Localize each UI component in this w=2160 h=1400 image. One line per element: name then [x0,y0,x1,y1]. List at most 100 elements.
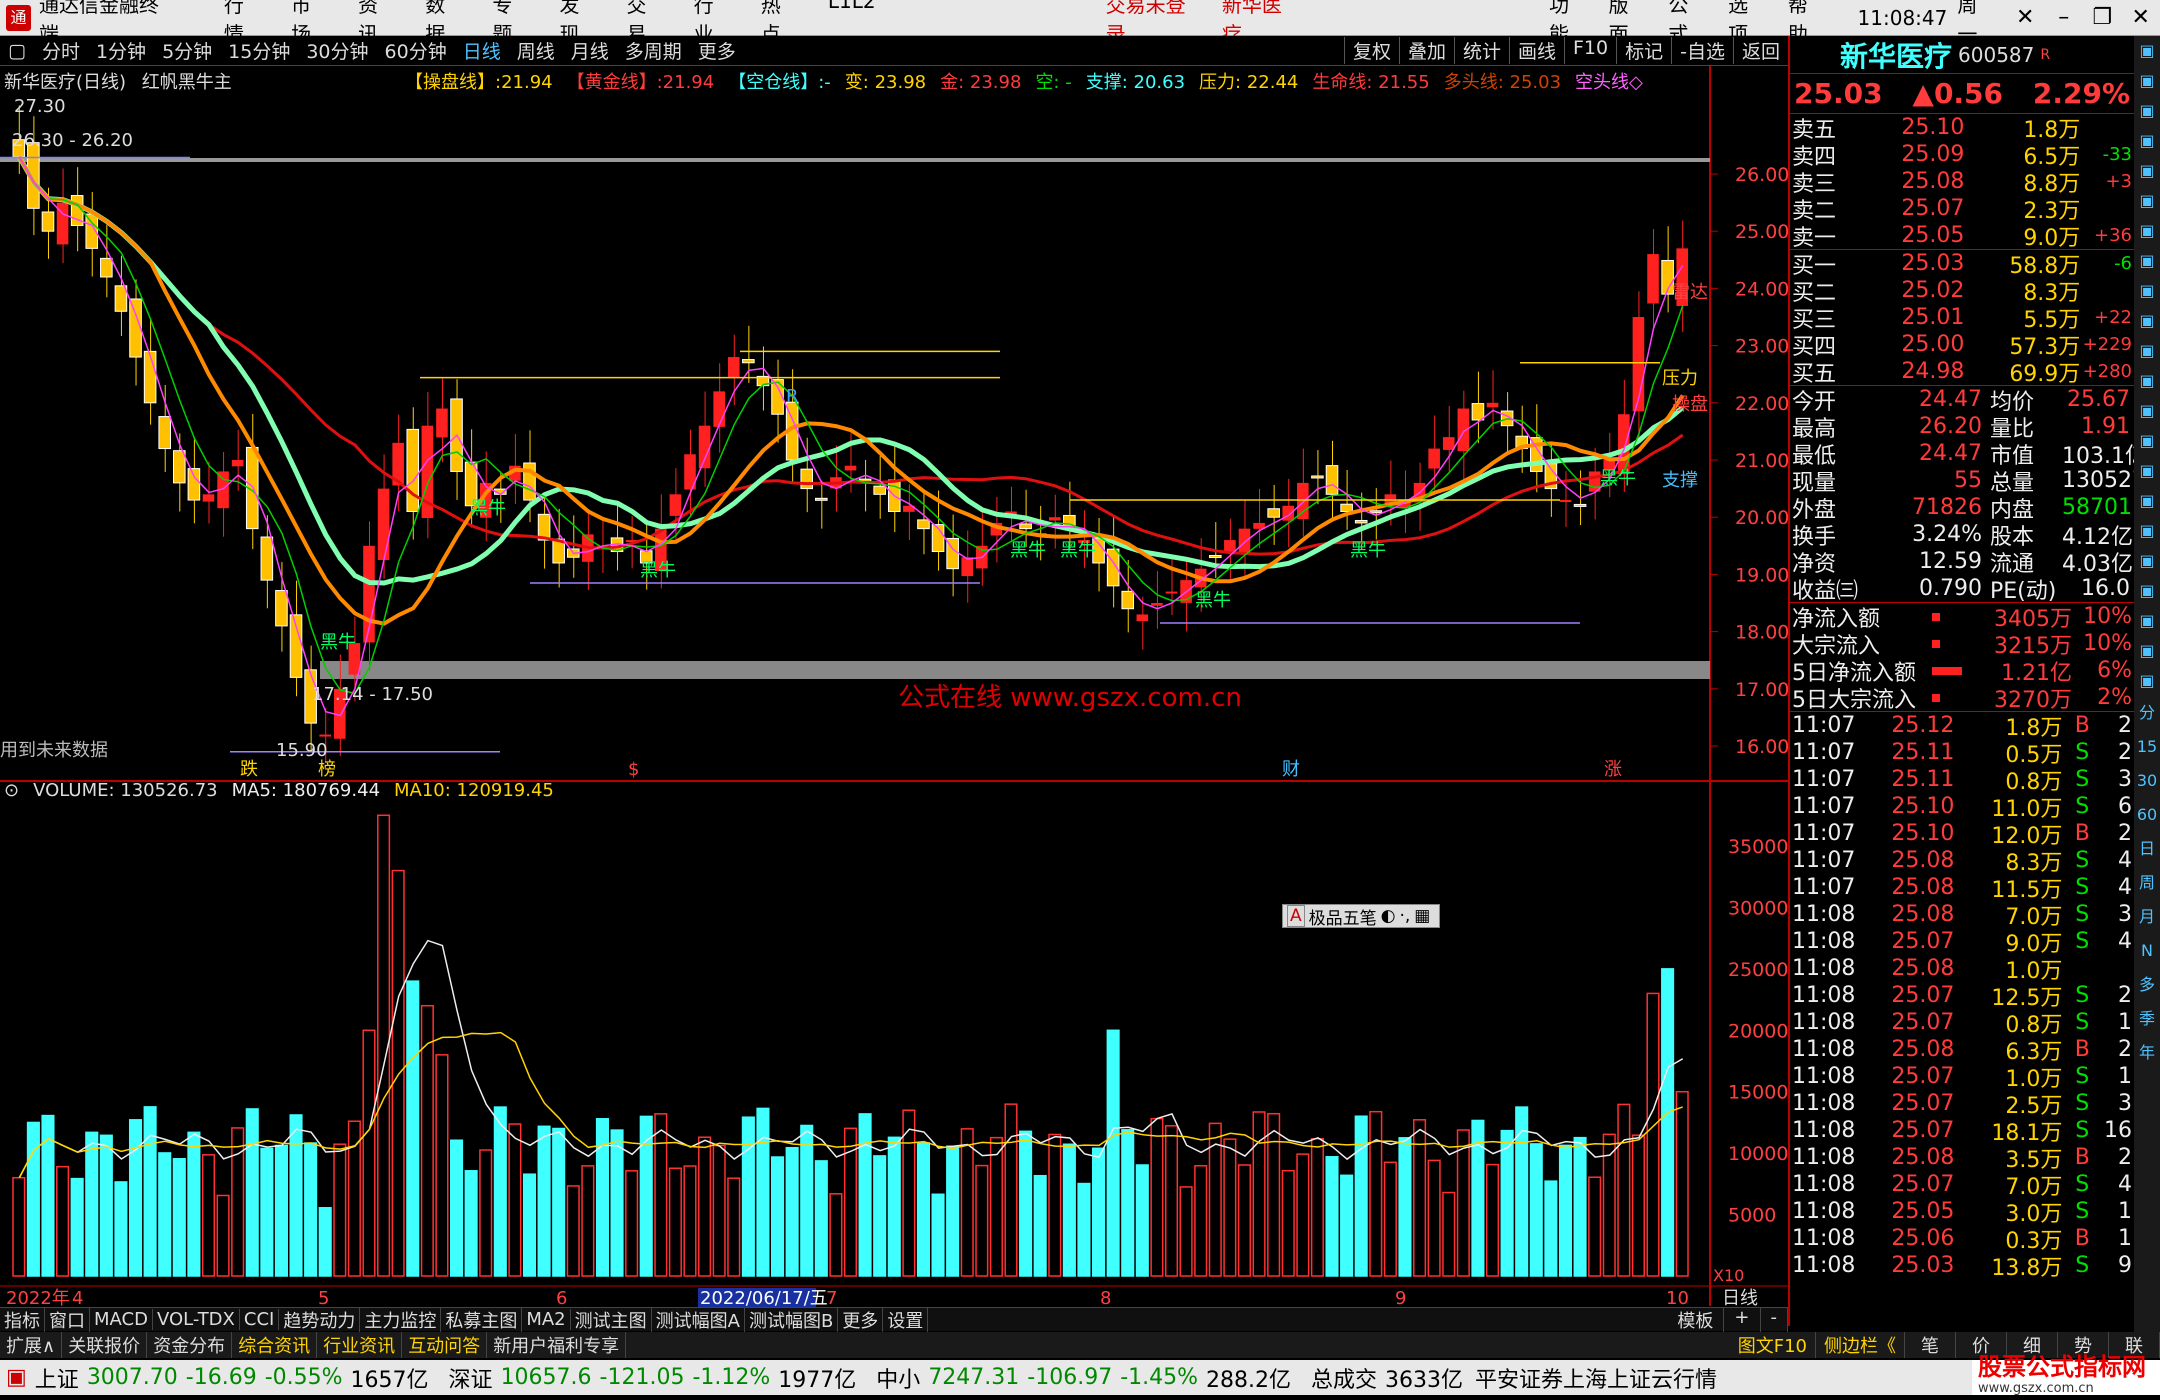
close-window-icon[interactable]: ✕ [2006,5,2045,30]
buy-orders-row[interactable]: 买五24.9869.9万+280 [1792,358,2132,385]
period-tab-3[interactable]: 15分钟 [220,37,298,64]
buy-orders-row[interactable]: 买四25.0057.3万+229 [1792,331,2132,358]
ime-moon-icon[interactable]: ◐ [1381,906,1396,926]
toolbar-button-4[interactable]: F10 [1564,37,1616,64]
period-tab-1[interactable]: 1分钟 [88,37,154,64]
sidebar-tool-icon[interactable]: ▣ [2134,486,2160,516]
sidebar-tool-icon[interactable]: ▣ [2134,96,2160,126]
indicator-tab-2[interactable]: MACD [90,1309,153,1330]
period-tab-10[interactable]: 更多 [690,37,744,64]
sell-orders-row[interactable]: 卖一25.059.0万+36 [1792,222,2132,249]
toolbar-button-7[interactable]: 返回 [1733,37,1788,64]
sidebar-period-5[interactable]: 周 [2134,866,2160,900]
sidebar-period-9[interactable]: 季 [2134,1002,2160,1036]
toolbar-button-6[interactable]: -自选 [1671,37,1733,64]
info-tab-1[interactable]: 关联报价 [62,1332,147,1358]
sidebar-tool-icon[interactable]: ▣ [2134,426,2160,456]
sidebar-period-6[interactable]: 月 [2134,900,2160,934]
template-button-2[interactable]: - [1761,1307,1789,1333]
period-tab-4[interactable]: 30分钟 [298,37,376,64]
buy-orders-row[interactable]: 买二25.028.3万 [1792,277,2132,304]
sidebar-period-3[interactable]: 60 [2134,798,2160,832]
sidebar-period-1[interactable]: 15 [2134,730,2160,764]
sidebar-tool-icon[interactable]: ▣ [2134,306,2160,336]
period-tab-7[interactable]: 周线 [509,37,563,64]
sidebar-tool-icon[interactable]: ▣ [2134,606,2160,636]
period-tab-0[interactable]: 分时 [34,37,88,64]
toolbar-button-0[interactable]: 复权 [1344,37,1399,64]
sell-orders-row[interactable]: 卖二25.072.3万 [1792,195,2132,222]
indicator-tab-4[interactable]: CCI [240,1309,279,1330]
sidebar-period-10[interactable]: 年 [2134,1036,2160,1070]
sell-orders-row[interactable]: 卖五25.101.8万 [1792,114,2132,141]
toolbar-button-1[interactable]: 叠加 [1399,37,1454,64]
info-tab-2[interactable]: 资金分布 [147,1332,232,1358]
kline-chart[interactable]: 26.0025.0024.0023.0022.0021.0020.0019.00… [0,66,1788,1307]
indicator-tab-12[interactable]: 更多 [838,1307,883,1333]
buy-orders-row[interactable]: 买三25.015.5万+22 [1792,304,2132,331]
indicator-tab-10[interactable]: 测试幅图A [652,1307,745,1333]
period-tab-6[interactable]: 日线 [455,37,509,64]
toolbar-button-3[interactable]: 画线 [1509,37,1564,64]
sidebar-tool-icon[interactable]: ▣ [2134,36,2160,66]
indicator-tab-1[interactable]: 窗口 [45,1307,90,1333]
info-tab-6[interactable]: 新用户福利专享 [487,1332,626,1358]
sidebar-period-2[interactable]: 30 [2134,764,2160,798]
sidebar-period-0[interactable]: 分 [2134,696,2160,730]
info-tab-4[interactable]: 行业资讯 [317,1332,402,1358]
sell-orders-row[interactable]: 卖四25.096.5万-33 [1792,141,2132,168]
sidebar-tool-icon[interactable]: ▣ [2134,66,2160,96]
sidebar-tool-icon[interactable]: ▣ [2134,396,2160,426]
period-tab-2[interactable]: 5分钟 [154,37,220,64]
sidebar-tool-icon[interactable]: ▣ [2134,276,2160,306]
indicator-tab-9[interactable]: 测试主图 [571,1307,652,1333]
sidebar-tool-icon[interactable]: ▣ [2134,516,2160,546]
toolbar-button-5[interactable]: 标记 [1616,37,1671,64]
sidebar-tool-icon[interactable]: ▣ [2134,336,2160,366]
toolbar-button-2[interactable]: 统计 [1454,37,1509,64]
indicator-tab-11[interactable]: 测试幅图B [745,1307,838,1333]
indicator-tab-7[interactable]: 私募主图 [441,1307,522,1333]
sidebar-period-8[interactable]: 多 [2134,968,2160,1002]
period-tab-5[interactable]: 60分钟 [377,37,455,64]
indicator-tab-0[interactable]: 指标 [0,1307,45,1333]
restore-icon[interactable]: ❐ [2083,5,2122,30]
sidebar-tool-icon[interactable]: ▣ [2134,546,2160,576]
ime-keyboard-icon[interactable]: ▦ [1414,906,1430,926]
panel-tab-1[interactable]: 侧边栏《 [1816,1332,1905,1358]
sell-orders-row[interactable]: 卖三25.088.8万+3 [1792,168,2132,195]
volume-collapse-icon[interactable]: ⊙ [4,780,19,801]
template-button-0[interactable]: 模板 [1667,1307,1724,1333]
sidebar-tool-icon[interactable]: ▣ [2134,156,2160,186]
indicator-tab-5[interactable]: 趋势动力 [279,1307,360,1333]
sidebar-tool-icon[interactable]: ▣ [2134,456,2160,486]
indicator-tab-13[interactable]: 设置 [883,1307,928,1333]
toolbar-toggle-icon[interactable]: ▢ [0,40,34,62]
indicator-tab-6[interactable]: 主力监控 [360,1307,441,1333]
panel-tab-0[interactable]: 图文F10 [1730,1332,1816,1358]
sidebar-tool-icon[interactable]: ▣ [2134,246,2160,276]
sidebar-tool-icon[interactable]: ▣ [2134,216,2160,246]
sidebar-period-4[interactable]: 日 [2134,832,2160,866]
buy-orders-row[interactable]: 买一25.0358.8万-6 [1792,250,2132,277]
period-tab-9[interactable]: 多周期 [617,37,690,64]
sidebar-tool-icon[interactable]: ▣ [2134,666,2160,696]
sidebar-period-7[interactable]: N [2134,934,2160,968]
template-button-1[interactable]: + [1724,1307,1760,1333]
sidebar-tool-icon[interactable]: ▣ [2134,636,2160,666]
sidebar-tool-icon[interactable]: ▣ [2134,366,2160,396]
sidebar-tool-icon[interactable]: ▣ [2134,186,2160,216]
close-icon[interactable]: ✕ [2122,5,2160,30]
ime-punct-icon[interactable]: ·, [1399,906,1410,926]
sidebar-tool-icon[interactable]: ▣ [2134,576,2160,606]
info-tab-3[interactable]: 综合资讯 [232,1332,317,1358]
panel-tab-2[interactable]: 笔 [1905,1332,1956,1358]
ad-banner[interactable]: 股票公式指标网 www.gszx.com.cn [1972,1360,2160,1395]
indicator-tab-3[interactable]: VOL-TDX [153,1309,240,1330]
info-tab-0[interactable]: 扩展∧ [0,1332,62,1358]
indicator-tab-8[interactable]: MA2 [522,1309,570,1330]
minimize-icon[interactable]: – [2044,5,2083,30]
ime-popup[interactable]: A 极品五笔 ◐ ·, ▦ [1282,904,1440,928]
info-tab-5[interactable]: 互动问答 [402,1332,487,1358]
period-tab-8[interactable]: 月线 [563,37,617,64]
